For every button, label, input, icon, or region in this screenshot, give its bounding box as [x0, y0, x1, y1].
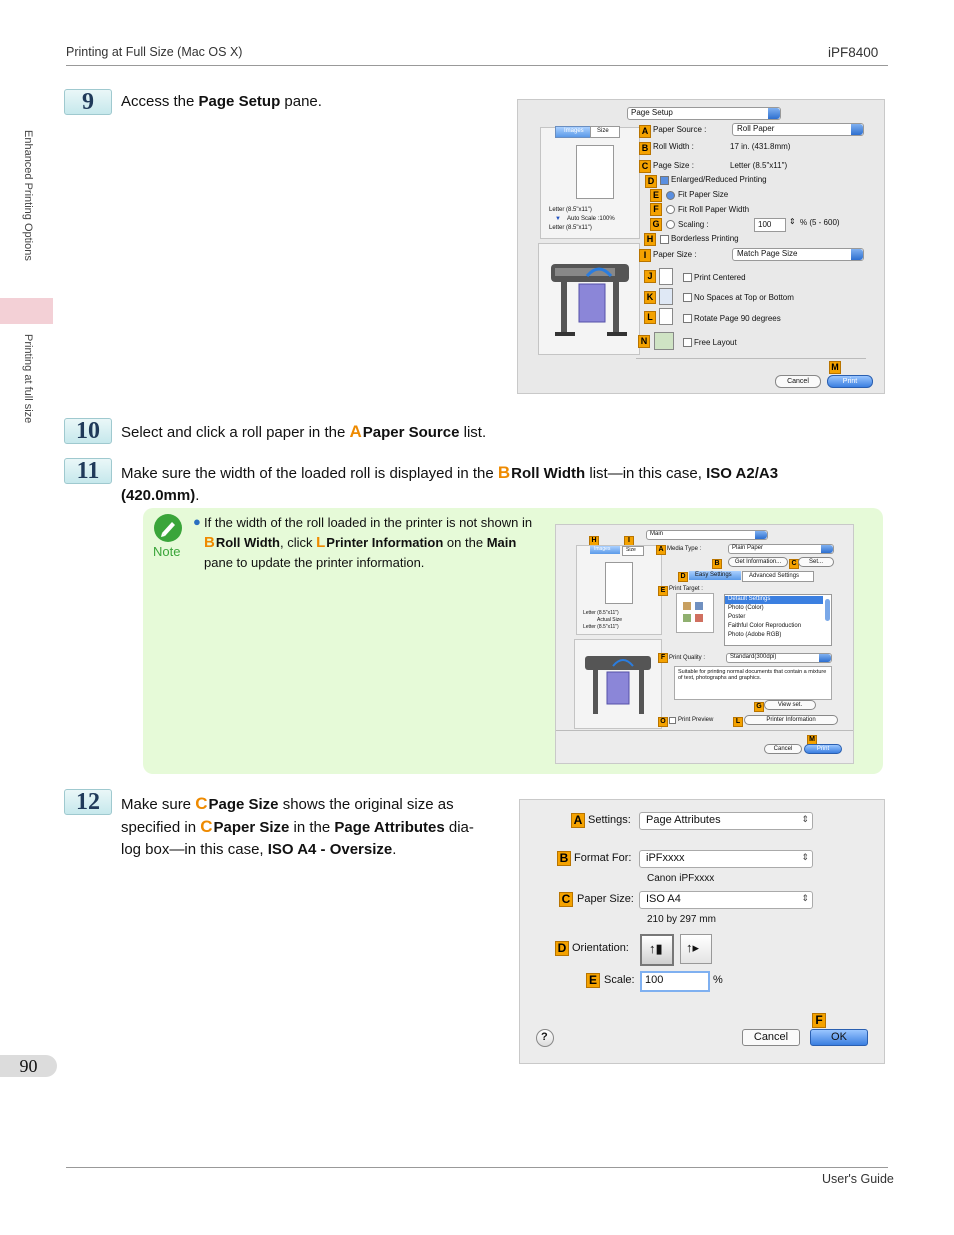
settings-select[interactable]: Page Attributes ⇕: [639, 812, 813, 830]
enlarged-checkbox[interactable]: [660, 176, 669, 185]
main-printer-panel: [574, 639, 662, 729]
step-9-number: 9: [64, 89, 112, 115]
main-printer-icon: [585, 656, 651, 714]
get-information-button[interactable]: Get Information...: [728, 557, 788, 567]
step-10-number: 10: [64, 418, 112, 444]
print-centered-icon: [659, 268, 673, 285]
fit-paper-radio[interactable]: [666, 191, 675, 200]
side-tab-marker: [0, 298, 53, 324]
target-item[interactable]: Photo (Color): [728, 605, 764, 611]
main-pane-screenshot: Main H I Images Size Letter (8.5"x11") A…: [555, 524, 854, 764]
no-spaces-icon: [659, 288, 673, 305]
paper-preview: [576, 145, 614, 199]
landscape-icon: ↑▸: [686, 940, 700, 955]
view-set-button[interactable]: View set.: [764, 700, 816, 710]
scrollbar[interactable]: [825, 599, 830, 621]
paper-source-select[interactable]: Roll Paper: [732, 123, 864, 136]
main-preview-panel: Images Size Letter (8.5"x11") Actual Siz…: [576, 545, 662, 635]
step-12-text: Make sure CPage Size shows the original …: [121, 794, 474, 858]
scale-input[interactable]: 100: [640, 971, 710, 992]
print-target-preview: [676, 593, 714, 633]
help-icon: ?: [541, 1031, 548, 1043]
quality-description: Suitable for printing normal documents t…: [674, 666, 832, 700]
main-tab-size[interactable]: Size: [622, 546, 644, 556]
no-spaces-checkbox[interactable]: [683, 293, 692, 302]
target-item[interactable]: Poster: [728, 614, 745, 620]
paper-size-select[interactable]: Match Page Size: [732, 248, 864, 261]
free-layout-checkbox[interactable]: [683, 338, 692, 347]
header-title: Printing at Full Size (Mac OS X): [66, 45, 243, 59]
borderless-checkbox[interactable]: [660, 235, 669, 244]
print-centered-checkbox[interactable]: [683, 273, 692, 282]
page-setup-screenshot: Page Setup Images Size Letter (8.5"x11")…: [517, 99, 885, 394]
footer-guide: User's Guide: [822, 1172, 894, 1186]
main-pane-select[interactable]: Main: [646, 530, 768, 540]
printer-image-panel: [538, 243, 640, 355]
step-11-number: 11: [64, 458, 112, 484]
free-layout-icon: [654, 332, 674, 350]
ok-button[interactable]: OK: [810, 1029, 868, 1046]
step-10-text: Select and click a roll paper in the APa…: [121, 422, 487, 441]
landscape-orientation-button[interactable]: ↑▸: [680, 934, 712, 964]
main-cancel-button[interactable]: Cancel: [764, 744, 802, 754]
print-button[interactable]: Print: [827, 375, 873, 388]
note-icon: [154, 514, 182, 542]
portrait-icon: ↑▮: [649, 941, 663, 956]
set-button[interactable]: Set...: [798, 557, 834, 567]
header-model: iPF8400: [828, 45, 879, 60]
printer-information-button[interactable]: Printer Information: [744, 715, 838, 725]
format-for-select[interactable]: iPFxxxx ⇕: [639, 850, 813, 868]
tab-advanced-settings[interactable]: Advanced Settings: [742, 571, 814, 582]
target-item[interactable]: Faithful Color Reproduction: [728, 623, 801, 629]
paper-size-select[interactable]: ISO A4 ⇕: [639, 891, 813, 909]
footer-rule: [66, 1167, 888, 1168]
print-preview-checkbox[interactable]: [669, 717, 676, 724]
tab-images[interactable]: Images: [555, 126, 591, 138]
stepper-icon[interactable]: ⇕: [789, 217, 796, 226]
page-size-value: Letter (8.5"x11"): [730, 161, 788, 170]
page-attributes-screenshot: A Settings: Page Attributes ⇕ B Format Fo…: [519, 799, 885, 1064]
portrait-orientation-button[interactable]: ↑▮: [640, 934, 674, 966]
pane-select[interactable]: Page Setup: [627, 107, 781, 120]
help-button[interactable]: ?: [536, 1029, 554, 1047]
arrow-down-icon: ▼: [555, 216, 561, 222]
scaling-input[interactable]: 100: [754, 218, 786, 232]
roll-width-value: 17 in. (431.8mm): [730, 142, 791, 151]
media-type-select[interactable]: Plain Paper: [728, 544, 834, 554]
main-print-button[interactable]: Print: [804, 744, 842, 754]
target-item[interactable]: Default Settings: [728, 596, 770, 602]
fit-roll-radio[interactable]: [666, 205, 675, 214]
note-bullet: ●: [193, 514, 201, 529]
tab-easy-settings[interactable]: Easy Settings: [689, 571, 741, 580]
printer-icon: [551, 264, 629, 336]
cancel-button[interactable]: Cancel: [775, 375, 821, 388]
rotate-checkbox[interactable]: [683, 314, 692, 323]
preview-panel: Images Size Letter (8.5"x11") Auto Scale…: [540, 126, 640, 239]
note-label: Note: [153, 544, 181, 559]
print-target-list[interactable]: Default Settings Photo (Color) Poster Fa…: [724, 594, 832, 646]
page-number: 90: [0, 1055, 57, 1077]
step-9-text: Access the Page Setup pane.: [121, 93, 322, 110]
side-section-label: Enhanced Printing Options: [22, 130, 34, 261]
print-quality-select[interactable]: Standard(300dpi): [726, 653, 832, 663]
tab-size[interactable]: Size: [590, 126, 620, 138]
scaling-radio[interactable]: [666, 220, 675, 229]
side-subsection-label: Printing at full size: [22, 334, 34, 424]
page-attr-cancel-button[interactable]: Cancel: [742, 1029, 800, 1046]
header-rule: [66, 65, 888, 66]
note-text: If the width of the roll loaded in the p…: [204, 515, 533, 570]
main-tab-images[interactable]: Images: [590, 546, 620, 554]
step-11-text: Make sure the width of the loaded roll i…: [121, 463, 779, 504]
target-item[interactable]: Photo (Adobe RGB): [728, 632, 781, 638]
step-12-number: 12: [64, 789, 112, 815]
rotate-icon: [659, 308, 673, 325]
